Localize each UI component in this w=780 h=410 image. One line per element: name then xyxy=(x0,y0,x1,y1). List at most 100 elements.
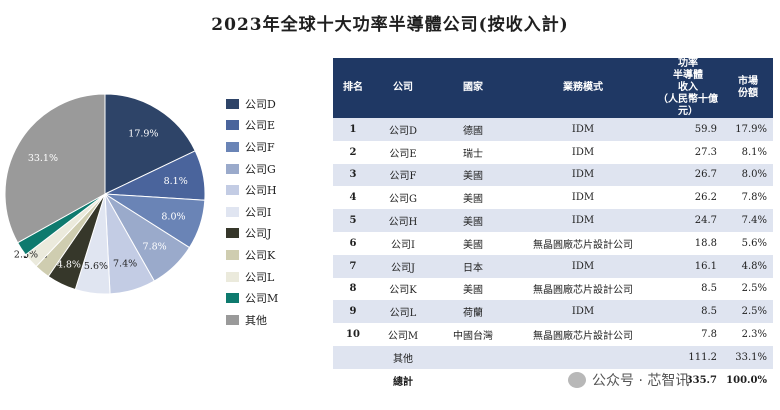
table-cell: 111.2 xyxy=(688,351,717,363)
table-row: 2 公司E 瑞士 IDM 27.3 8.1% xyxy=(333,140,773,164)
table-cell xyxy=(433,346,513,369)
pie-label-2: 8.1% xyxy=(164,176,188,187)
legend-item: 公司E xyxy=(226,115,278,137)
table-cell: IDM xyxy=(571,306,595,318)
legend-item: 公司F xyxy=(226,136,278,158)
pie-label-4: 7.8% xyxy=(143,242,167,253)
table-cell: 德國 xyxy=(463,125,483,137)
pie-label-6: 5.6% xyxy=(84,261,108,272)
table-row: 9 公司L 荷蘭 IDM 8.5 2.5% xyxy=(333,300,773,324)
table-cell: 18.8 xyxy=(694,237,717,249)
legend-label: 公司E xyxy=(245,119,276,133)
table-cell: 瑞士 xyxy=(463,148,483,160)
legend-item: 其他 xyxy=(226,309,278,331)
wechat-icon xyxy=(568,372,586,388)
table-cell: IDM xyxy=(571,215,595,227)
table-cell: 美國 xyxy=(463,194,483,206)
column-header: 功率 半導體 收入 （人民幣十億元） xyxy=(658,58,718,117)
legend-swatch xyxy=(226,141,239,152)
legend-item: 公司L xyxy=(226,266,278,288)
table-cell: 中國台灣 xyxy=(453,331,493,343)
table-cell: 9 xyxy=(349,306,357,318)
table-row: 3 公司F 美國 IDM 26.7 8.0% xyxy=(333,163,773,187)
table-cell: 無晶圓廠芯片設計公司 xyxy=(533,239,633,251)
column-header: 市場 份額 xyxy=(738,76,758,99)
table-cell: 100.0% xyxy=(726,374,767,386)
legend-label: 公司M xyxy=(245,292,279,306)
legend-item: 公司D xyxy=(226,93,278,115)
legend-swatch xyxy=(226,228,239,239)
table-cell: 公司I xyxy=(391,239,415,251)
legend-item: 公司K xyxy=(226,244,278,266)
legend-swatch xyxy=(226,163,239,174)
table-row: 總計 335.7 100.0% xyxy=(333,368,773,392)
table-cell: 公司J xyxy=(390,262,415,274)
table-cell: 公司F xyxy=(389,171,417,183)
table-cell: 公司E xyxy=(389,148,417,160)
table-cell: 其他 xyxy=(393,353,413,365)
table-cell: 荷蘭 xyxy=(463,308,483,320)
table-cell: 59.9 xyxy=(694,123,717,135)
legend-label: 公司F xyxy=(245,140,275,154)
table-cell: 美國 xyxy=(463,285,483,297)
pie-label-5: 7.4% xyxy=(113,259,137,270)
table-cell: 7.8% xyxy=(741,192,767,204)
watermark: 公众号 · 芯智讯 xyxy=(568,370,689,390)
table-cell: 公司D xyxy=(388,125,418,137)
table-cell: 公司K xyxy=(389,285,417,297)
table-cell: 17.9% xyxy=(735,123,767,135)
table-cell: 7.8 xyxy=(701,329,717,341)
table-cell: 10 xyxy=(346,329,360,341)
watermark-text: 公众号 · 芯智讯 xyxy=(592,373,690,389)
column-header: 排名 xyxy=(343,82,363,93)
table-cell: 日本 xyxy=(463,262,483,274)
table-cell: 2 xyxy=(349,146,357,158)
table-cell: 公司L xyxy=(389,308,417,320)
legend-label: 公司J xyxy=(245,227,272,241)
table-row: 10 公司M 中國台灣 無晶圓廠芯片設計公司 7.8 2.3% xyxy=(333,323,773,346)
table-cell: 7 xyxy=(349,260,357,272)
table-cell xyxy=(333,369,373,392)
table-header: 排名 公司 國家 業務模式 功率 半導體 收入 （人民幣十億元） 市場 份額 xyxy=(333,58,773,118)
legend-label: 公司G xyxy=(245,162,276,176)
legend-swatch xyxy=(226,314,239,325)
table-cell: 1 xyxy=(349,123,357,135)
legend-label: 其他 xyxy=(245,313,267,327)
pie-label-11: 33.1% xyxy=(28,153,58,164)
table-cell: 8.0% xyxy=(741,169,767,181)
table-row: 其他 111.2 33.1% xyxy=(333,345,773,369)
column-header: 業務模式 xyxy=(563,82,603,93)
table-cell: 2.5% xyxy=(741,306,767,318)
table-body: 1 公司D 德國 IDM 59.9 17.9% 2 公司E 瑞士 IDM 27.3 8.1% 3 公司F 美… xyxy=(333,118,773,392)
legend-item: 公司I xyxy=(226,201,278,223)
table-row: 7 公司J 日本 IDM 16.1 4.8% xyxy=(333,254,773,278)
table-cell: 2.5% xyxy=(741,283,767,295)
chart-title: 2023年全球十大功率半導體公司(按收入計) xyxy=(211,15,569,35)
table-cell: 27.3 xyxy=(694,146,717,158)
table-cell: 5 xyxy=(349,215,357,227)
legend-swatch xyxy=(226,249,239,260)
table-cell: 美國 xyxy=(463,171,483,183)
legend-item: 公司G xyxy=(226,158,278,180)
table-cell: IDM xyxy=(571,123,595,135)
legend-swatch xyxy=(226,98,239,109)
table-cell: IDM xyxy=(571,192,595,204)
table-cell: 7.4% xyxy=(741,215,767,227)
table-cell: 8 xyxy=(349,283,357,295)
table-cell: 4.8% xyxy=(741,260,767,272)
table-cell: IDM xyxy=(571,260,595,272)
legend-swatch xyxy=(226,120,239,131)
legend-swatch xyxy=(226,206,239,217)
column-header: 公司 xyxy=(393,82,413,93)
table-cell xyxy=(433,369,513,392)
table-cell: 24.7 xyxy=(694,215,717,227)
table-cell: 6 xyxy=(349,237,357,249)
legend-item: 公司H xyxy=(226,179,278,201)
table-cell: 公司M xyxy=(387,331,419,343)
pie-label-3: 8.0% xyxy=(161,212,185,223)
pie-label-1: 17.9% xyxy=(128,129,158,140)
legend-label: 公司D xyxy=(245,97,276,111)
table-row: 8 公司K 美國 無晶圓廠芯片設計公司 8.5 2.5% xyxy=(333,277,773,301)
table-cell: 無晶圓廠芯片設計公司 xyxy=(533,285,633,297)
pie-chart: 17.9%8.1%8.0%7.8%7.4%5.6%4.8%2.5%2.5%2.3… xyxy=(4,93,206,295)
